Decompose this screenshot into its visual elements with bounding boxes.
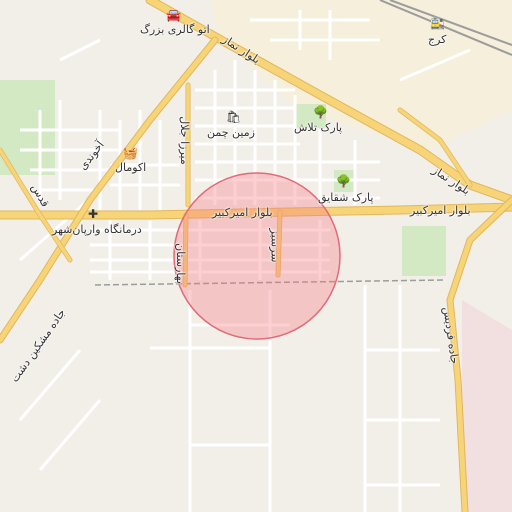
tree-icon: 🌳 xyxy=(336,174,351,188)
road-label-sarsabz: سرسبز xyxy=(268,228,282,263)
shop-icon: 🛍 xyxy=(226,110,242,124)
road-label-mirza-jelal: میرزا جلال xyxy=(177,116,191,165)
road-label-baharestan: بهارستان xyxy=(173,243,187,284)
poi-label-okomal: اکومال xyxy=(115,161,147,174)
poi-label-park-shaghayegh: پارک شقایق xyxy=(318,191,374,204)
train-station-icon: 🚉 xyxy=(430,16,445,30)
car-icon: 🚘 xyxy=(166,8,181,22)
road-label-amirkabir-east: بلوار امیرکبیر xyxy=(410,204,471,217)
poi-label-park-talash: پارک تلاش xyxy=(294,121,343,134)
basket-icon: 🧺 xyxy=(123,146,138,160)
poi-label-karaj: کرج xyxy=(428,33,447,46)
poi-label-auto-gallery: اتو گالری بزرگ xyxy=(140,23,210,36)
map-view[interactable]: بلوار امیرکبیر بلوار امیرکبیر بلوار نماز… xyxy=(0,0,512,512)
poi-label-clinic: درمانگاه وارپان‌شهر xyxy=(52,223,142,236)
map-canvas[interactable] xyxy=(0,0,512,512)
medical-cross-icon: ✚ xyxy=(87,207,99,221)
tree-icon: 🌳 xyxy=(313,105,328,119)
location-marker[interactable] xyxy=(173,172,341,340)
poi-label-zamin-chaman: زمین چمن xyxy=(207,126,255,139)
park-area-east xyxy=(402,226,446,276)
residential-zone xyxy=(462,300,512,512)
road-label-amirkabir-west: بلوار امیرکبیر xyxy=(212,206,273,219)
